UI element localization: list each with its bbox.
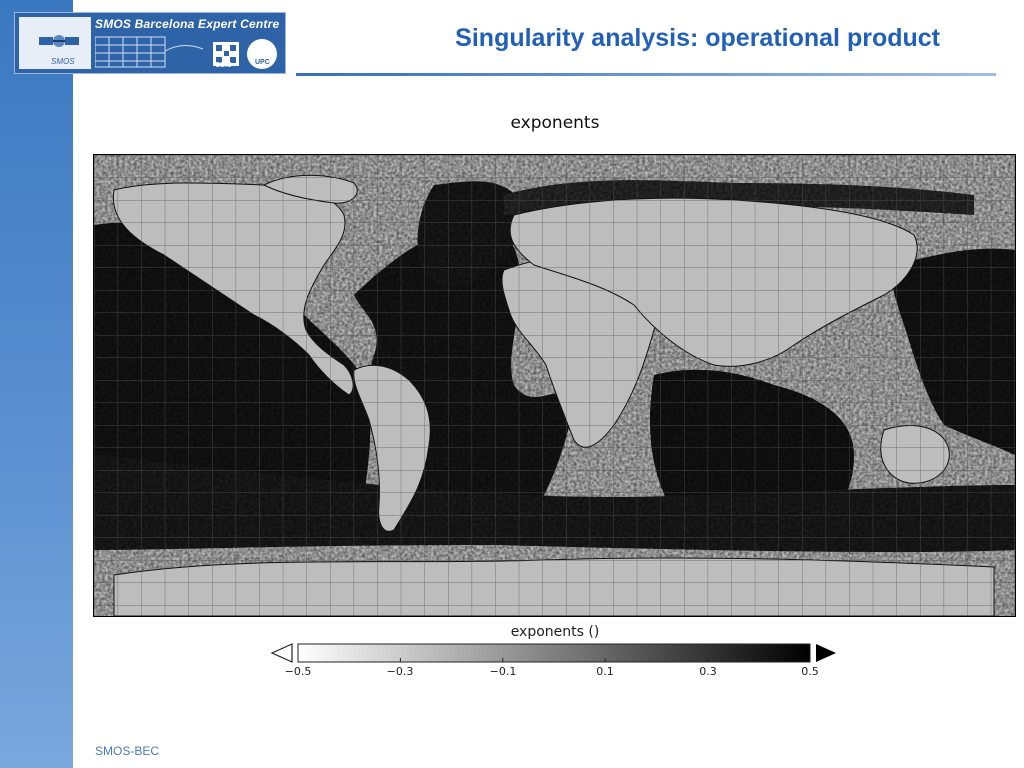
map-canvas <box>94 155 1015 616</box>
colorbar-tick-label: −0.5 <box>284 665 312 678</box>
colorbar-label: exponents () <box>510 624 600 640</box>
smos-bec-logo: SMOS SMOS Barcelona Expert Centre CSIC U… <box>14 12 286 74</box>
colorbar-gradient <box>297 643 811 663</box>
world-exponents-map <box>93 154 1016 617</box>
title-divider <box>296 73 996 76</box>
colorbar-tick-label: 0.3 <box>699 665 717 678</box>
page-title: Singularity analysis: operational produc… <box>455 24 940 52</box>
colorbar-min-arrow <box>270 643 293 663</box>
smos-satellite-logo: SMOS <box>19 17 91 69</box>
satellite-icon <box>39 35 79 47</box>
colorbar-tick-label: 0.5 <box>801 665 819 678</box>
footer-text: SMOS-BEC <box>95 744 160 758</box>
building-icon <box>95 36 204 68</box>
colorbar-tick-label: 0.1 <box>596 665 614 678</box>
logo-smos-label: SMOS <box>51 57 75 66</box>
logo-title: SMOS Barcelona Expert Centre <box>95 17 280 31</box>
colorbar-tick-label: −0.3 <box>386 665 414 678</box>
logo-upc-label: UPC <box>255 59 270 66</box>
logo-csic-label: CSIC <box>215 62 232 69</box>
colorbar-max-arrow <box>816 644 836 662</box>
colorbar <box>270 643 836 663</box>
figure-title: exponents <box>510 113 600 133</box>
colorbar-tick-label: −0.1 <box>489 665 517 678</box>
